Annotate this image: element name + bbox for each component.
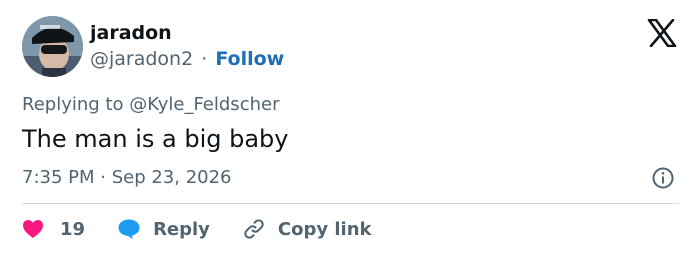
avatar-image	[22, 16, 83, 77]
display-name[interactable]: jaradon	[90, 22, 172, 44]
follow-button[interactable]: Follow	[215, 48, 284, 70]
timestamp[interactable]: 7:35 PM · Sep 23, 2026	[22, 167, 232, 189]
like-button[interactable]: 19	[22, 219, 85, 240]
user-handle[interactable]: @jaradon2	[90, 48, 193, 70]
link-icon	[242, 217, 266, 241]
tweet-card: jaradon @jaradon2 · Follow Replying to @…	[0, 0, 700, 256]
replying-to: Replying to @Kyle_Feldscher	[22, 94, 279, 116]
replying-prefix: Replying to	[22, 94, 124, 115]
divider	[22, 203, 679, 204]
info-icon[interactable]	[651, 166, 675, 190]
reply-button[interactable]: Reply	[117, 218, 210, 240]
reply-label: Reply	[153, 218, 210, 240]
x-logo-icon[interactable]	[647, 19, 677, 47]
action-bar: 19 Reply Copy link	[22, 216, 372, 242]
avatar[interactable]	[22, 16, 83, 77]
copy-link-button[interactable]: Copy link	[242, 217, 372, 241]
like-count: 19	[60, 218, 86, 240]
copy-link-label: Copy link	[277, 218, 372, 240]
separator-dot: ·	[201, 48, 208, 70]
reply-target-link[interactable]: @Kyle_Feldscher	[129, 94, 279, 115]
speech-bubble-icon	[117, 218, 141, 240]
handle-row: @jaradon2 · Follow	[90, 48, 284, 70]
tweet-text: The man is a big baby	[22, 125, 289, 153]
heart-icon	[22, 219, 44, 239]
